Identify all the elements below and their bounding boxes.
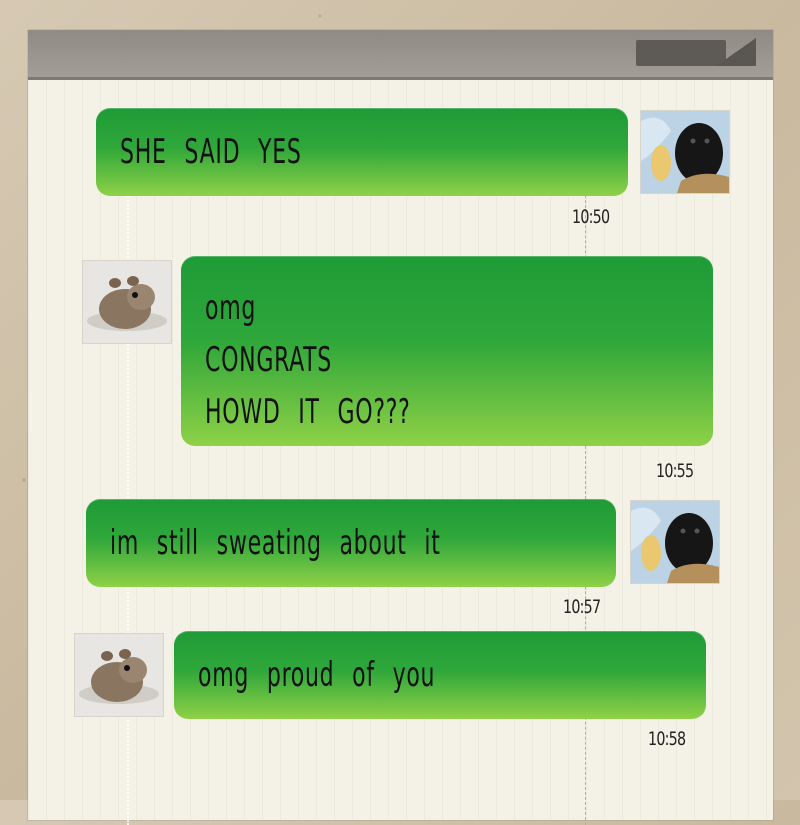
avatar-hamster[interactable]	[82, 260, 172, 344]
kitten-avatar-image	[631, 501, 719, 583]
hamster-avatar-image	[75, 634, 163, 716]
battery-icon	[636, 40, 726, 66]
paper-margin-line	[585, 125, 586, 825]
message-timestamp: 10:50	[572, 206, 610, 228]
kitten-avatar-image	[641, 111, 729, 193]
message-text: im still sweating about it	[110, 523, 441, 563]
message-bubble[interactable]: SHE SAID YES	[96, 108, 628, 196]
avatar-kitten[interactable]	[630, 500, 720, 584]
avatar-hamster[interactable]	[74, 633, 164, 717]
message-timestamp: 10:55	[656, 460, 694, 482]
message-text: SHE SAID YES	[120, 132, 302, 172]
status-bar	[28, 30, 773, 80]
signal-icon	[716, 38, 756, 66]
message-bubble[interactable]: omg proud of you	[174, 631, 706, 719]
hamster-avatar-image	[83, 261, 171, 343]
message-timestamp: 10:57	[563, 596, 601, 618]
message-bubble[interactable]: omg CONGRATS HOWD IT GO???	[181, 256, 713, 446]
paper-perforation	[127, 125, 129, 825]
message-text: omg proud of you	[198, 655, 436, 695]
message-bubble[interactable]: im still sweating about it	[86, 499, 616, 587]
message-text: omg CONGRATS HOWD IT GO???	[205, 288, 411, 432]
avatar-kitten[interactable]	[640, 110, 730, 194]
message-timestamp: 10:58	[648, 728, 686, 750]
